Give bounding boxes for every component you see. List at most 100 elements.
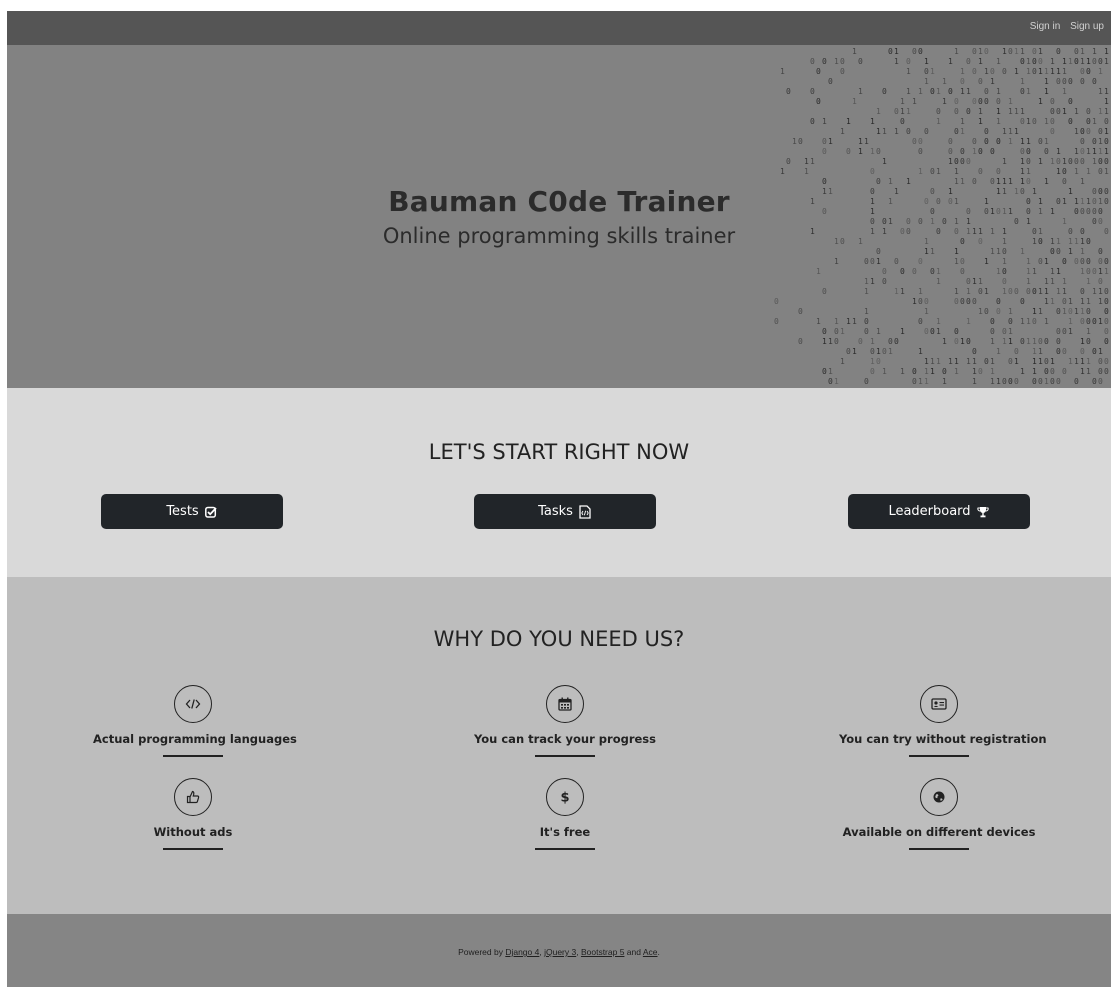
svg-text:0: 0 xyxy=(798,137,803,146)
svg-text:1: 1 xyxy=(1092,147,1097,156)
svg-text:0: 0 xyxy=(918,257,923,266)
svg-text:1: 1 xyxy=(1020,107,1025,116)
svg-text:1: 1 xyxy=(828,367,833,376)
svg-text:0: 0 xyxy=(1062,347,1067,356)
svg-text:1: 1 xyxy=(1086,357,1091,366)
svg-text:1: 1 xyxy=(1038,157,1043,166)
feature-divider xyxy=(163,848,223,850)
svg-text:0: 0 xyxy=(966,337,971,346)
svg-text:1: 1 xyxy=(1020,317,1025,326)
svg-text:1: 1 xyxy=(870,117,875,126)
svg-text:1: 1 xyxy=(900,97,905,106)
svg-text:0: 0 xyxy=(972,347,977,356)
svg-text:1: 1 xyxy=(918,87,923,96)
svg-text:1: 1 xyxy=(834,377,839,386)
django-link[interactable]: Django 4 xyxy=(505,947,539,957)
svg-text:0: 0 xyxy=(1098,127,1103,136)
svg-text:1: 1 xyxy=(1056,147,1061,156)
svg-text:0: 0 xyxy=(1104,337,1109,346)
svg-text:0: 0 xyxy=(1062,77,1067,86)
svg-text:0: 0 xyxy=(954,297,959,306)
svg-text:0: 0 xyxy=(888,47,893,56)
hero-title: Bauman C0de Trainer xyxy=(388,185,730,218)
navbar: Sign in Sign up xyxy=(7,11,1111,45)
svg-text:1: 1 xyxy=(840,357,845,366)
svg-text:1: 1 xyxy=(1080,367,1085,376)
svg-text:1: 1 xyxy=(834,257,839,266)
svg-text:0: 0 xyxy=(798,337,803,346)
svg-text:1: 1 xyxy=(834,317,839,326)
svg-text:0: 0 xyxy=(912,137,917,146)
svg-text:0: 0 xyxy=(1062,327,1067,336)
svg-text:1: 1 xyxy=(960,337,965,346)
svg-text:0: 0 xyxy=(1068,117,1073,126)
svg-text:0: 0 xyxy=(1038,57,1043,66)
svg-text:1: 1 xyxy=(942,377,947,386)
svg-text:1: 1 xyxy=(1026,337,1031,346)
svg-text:1: 1 xyxy=(1062,57,1067,66)
svg-text:1: 1 xyxy=(918,347,923,356)
svg-text:0: 0 xyxy=(1044,147,1049,156)
svg-text:0: 0 xyxy=(912,47,917,56)
svg-text:1: 1 xyxy=(978,117,983,126)
svg-text:0: 0 xyxy=(894,107,899,116)
tasks-button[interactable]: Tasks xyxy=(474,494,656,529)
svg-text:1: 1 xyxy=(1050,297,1055,306)
svg-text:0: 0 xyxy=(978,287,983,296)
signin-link[interactable]: Sign in xyxy=(1030,21,1061,32)
svg-text:0: 0 xyxy=(1038,257,1043,266)
svg-text:1: 1 xyxy=(1074,307,1079,316)
calendar-icon xyxy=(546,685,584,723)
svg-text:0: 0 xyxy=(942,367,947,376)
svg-text:0: 0 xyxy=(840,67,845,76)
tests-button-label: Tests xyxy=(166,504,199,519)
svg-text:0: 0 xyxy=(1074,377,1079,386)
svg-text:0: 0 xyxy=(1104,297,1109,306)
ace-link[interactable]: Ace xyxy=(643,947,658,957)
svg-text:1: 1 xyxy=(900,327,905,336)
svg-text:0: 0 xyxy=(972,47,977,56)
svg-text:1: 1 xyxy=(978,107,983,116)
svg-text:1: 1 xyxy=(1068,297,1073,306)
svg-text:0: 0 xyxy=(1104,367,1109,376)
svg-text:1: 1 xyxy=(1026,277,1031,286)
svg-text:1: 1 xyxy=(954,247,959,256)
svg-text:1: 1 xyxy=(954,367,959,376)
svg-text:0: 0 xyxy=(972,67,977,76)
signup-link[interactable]: Sign up xyxy=(1070,21,1104,32)
svg-text:0: 0 xyxy=(984,47,989,56)
svg-text:1: 1 xyxy=(996,57,1001,66)
svg-text:1: 1 xyxy=(924,357,929,366)
svg-text:0: 0 xyxy=(1056,247,1061,256)
svg-text:0: 0 xyxy=(1056,337,1061,346)
svg-text:0: 0 xyxy=(996,97,1001,106)
svg-text:1: 1 xyxy=(1062,157,1067,166)
svg-text:0: 0 xyxy=(1086,337,1091,346)
svg-text:0: 0 xyxy=(984,137,989,146)
svg-text:0: 0 xyxy=(1068,77,1073,86)
svg-text:1: 1 xyxy=(1020,167,1025,176)
svg-text:0: 0 xyxy=(900,117,905,126)
svg-text:1: 1 xyxy=(954,47,959,56)
svg-text:1: 1 xyxy=(1050,67,1055,76)
svg-text:1: 1 xyxy=(1086,167,1091,176)
svg-text:1: 1 xyxy=(1074,147,1079,156)
svg-text:0: 0 xyxy=(1080,347,1085,356)
bootstrap-link[interactable]: Bootstrap 5 xyxy=(581,947,624,957)
svg-text:1: 1 xyxy=(1062,107,1067,116)
svg-text:0: 0 xyxy=(774,317,779,326)
tests-button[interactable]: Tests xyxy=(101,494,283,529)
svg-text:0: 0 xyxy=(1104,327,1109,336)
svg-text:0: 0 xyxy=(1104,357,1109,366)
footer-separator: and xyxy=(624,947,643,957)
svg-text:0: 0 xyxy=(996,137,1001,146)
svg-text:0: 0 xyxy=(1014,287,1019,296)
svg-text:1: 1 xyxy=(1062,87,1067,96)
svg-text:0: 0 xyxy=(1080,317,1085,326)
leaderboard-button[interactable]: Leaderboard xyxy=(848,494,1030,529)
svg-text:1: 1 xyxy=(1026,137,1031,146)
jquery-link[interactable]: jQuery 3 xyxy=(544,947,576,957)
svg-text:0: 0 xyxy=(930,267,935,276)
svg-text:1: 1 xyxy=(1104,127,1109,136)
svg-text:1: 1 xyxy=(792,137,797,146)
